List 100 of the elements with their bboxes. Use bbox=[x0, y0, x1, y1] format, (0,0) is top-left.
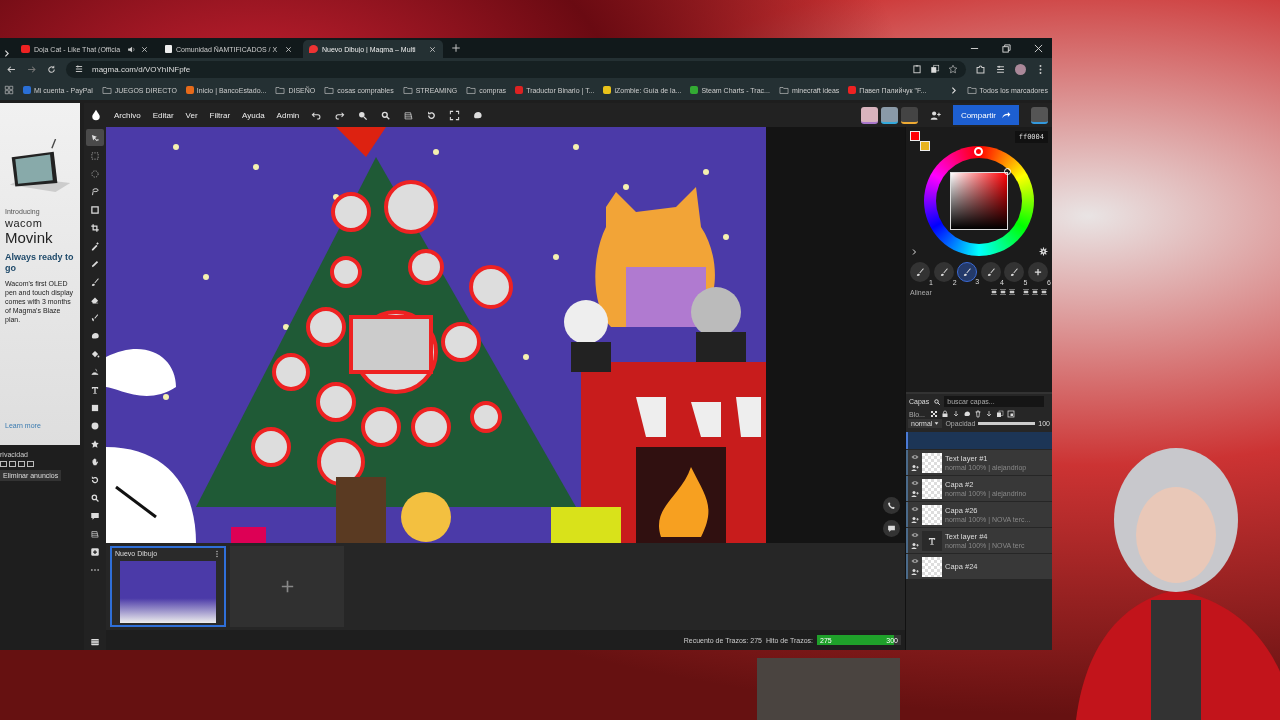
share-button[interactable]: Compartir bbox=[952, 105, 1019, 125]
layer-thumbnail bbox=[922, 478, 942, 499]
folder-icon bbox=[101, 85, 112, 95]
plus-icon bbox=[280, 580, 294, 593]
new-layer-icon[interactable] bbox=[1006, 410, 1015, 418]
zoom-in-icon[interactable] bbox=[357, 109, 369, 121]
brush-icon bbox=[962, 267, 973, 277]
forward-icon[interactable] bbox=[26, 63, 37, 75]
christmas-drawing[interactable] bbox=[106, 127, 766, 543]
speaker-icon[interactable] bbox=[127, 44, 136, 54]
youtube-icon bbox=[21, 45, 30, 53]
address-field[interactable]: magma.com/d/VOYhINFpfe bbox=[66, 60, 966, 78]
expand-icon[interactable] bbox=[910, 248, 918, 256]
crop-icon bbox=[90, 222, 100, 233]
eye-icon[interactable] bbox=[911, 453, 919, 461]
drop-icon bbox=[309, 45, 318, 53]
user-avatar[interactable] bbox=[1031, 106, 1048, 124]
duplicate-icon[interactable] bbox=[995, 410, 1004, 418]
layer-thumbnail bbox=[922, 556, 942, 577]
close-icon[interactable] bbox=[428, 44, 437, 54]
user-icon bbox=[911, 490, 919, 498]
back-icon[interactable] bbox=[6, 63, 17, 75]
align-icon[interactable] bbox=[1022, 288, 1030, 296]
square-icon bbox=[90, 402, 100, 413]
eyedropper-icon bbox=[90, 240, 100, 251]
chat-button[interactable] bbox=[883, 520, 900, 537]
add-icon bbox=[90, 546, 100, 557]
close-icon[interactable] bbox=[140, 44, 149, 54]
magma-logo[interactable] bbox=[90, 109, 102, 121]
align-icon[interactable] bbox=[999, 288, 1007, 296]
bookmark-star-icon[interactable] bbox=[948, 64, 958, 74]
eye-icon[interactable] bbox=[911, 531, 919, 539]
opacity-slider[interactable] bbox=[978, 422, 1036, 425]
film-icon bbox=[90, 636, 100, 647]
text-icon bbox=[90, 384, 100, 395]
user-avatar[interactable] bbox=[860, 106, 878, 124]
voice-call-button[interactable] bbox=[883, 497, 900, 514]
comment-icon bbox=[90, 510, 100, 521]
primary-color-swatch[interactable] bbox=[910, 131, 920, 141]
merge-down-icon[interactable] bbox=[984, 410, 993, 418]
zoom-out-icon[interactable] bbox=[380, 109, 392, 121]
tool-button[interactable] bbox=[86, 129, 104, 146]
align-icon[interactable] bbox=[1040, 288, 1048, 296]
rotate-icon[interactable] bbox=[426, 109, 438, 121]
menu-item[interactable]: Admin bbox=[276, 110, 300, 120]
align-icon[interactable] bbox=[990, 288, 998, 296]
gradient-icon bbox=[90, 528, 100, 539]
brush-icon bbox=[90, 276, 100, 287]
trash-icon[interactable] bbox=[973, 410, 982, 418]
settings-icon[interactable] bbox=[1039, 247, 1048, 256]
eye-icon[interactable] bbox=[911, 557, 919, 565]
folder-icon bbox=[324, 85, 335, 95]
phone-icon bbox=[887, 501, 896, 510]
blur-icon bbox=[90, 330, 100, 341]
close-icon[interactable] bbox=[284, 44, 293, 54]
tab-list-icon[interactable] bbox=[2, 49, 11, 58]
menu-item[interactable]: Ver bbox=[185, 110, 198, 120]
layer-thumbnail bbox=[922, 452, 942, 473]
user-icon bbox=[911, 464, 919, 472]
product-name: Movink bbox=[5, 229, 54, 246]
pencil-icon bbox=[90, 258, 100, 269]
layer-thumbnail bbox=[922, 504, 942, 525]
checker-icon[interactable] bbox=[929, 410, 938, 418]
plus-icon bbox=[1032, 267, 1043, 277]
caret-icon bbox=[934, 421, 940, 426]
brush-icon bbox=[1009, 267, 1020, 277]
fullscreen-icon[interactable] bbox=[449, 109, 461, 121]
user-icon bbox=[911, 568, 919, 576]
zoom-icon bbox=[90, 492, 100, 503]
apps-icon[interactable] bbox=[4, 85, 14, 95]
menu-item[interactable]: Filtrar bbox=[209, 110, 231, 120]
eye-icon[interactable] bbox=[911, 479, 919, 487]
profile-avatar[interactable] bbox=[1015, 63, 1026, 75]
share-icon bbox=[1001, 110, 1011, 120]
add-user-icon[interactable] bbox=[929, 109, 941, 121]
folder-icon bbox=[402, 85, 413, 95]
align-icon[interactable] bbox=[1008, 288, 1016, 296]
more-icon[interactable] bbox=[213, 549, 221, 558]
clipboard-icon[interactable] bbox=[912, 64, 922, 74]
extensions-icon[interactable] bbox=[975, 63, 986, 75]
align-icon[interactable] bbox=[1031, 288, 1039, 296]
folder-icon bbox=[778, 85, 789, 95]
secondary-color-swatch[interactable] bbox=[920, 141, 930, 151]
lock-icon[interactable] bbox=[940, 410, 949, 418]
search-icon bbox=[933, 397, 942, 406]
rotate-icon bbox=[90, 474, 100, 485]
user-avatar[interactable] bbox=[880, 106, 898, 124]
brush-icon bbox=[915, 267, 925, 277]
menu-item[interactable]: Archivo bbox=[114, 110, 141, 120]
folder-icon bbox=[275, 85, 286, 95]
user-avatar[interactable] bbox=[900, 106, 918, 124]
menu-item[interactable]: Ayuda bbox=[242, 110, 265, 120]
eye-icon[interactable] bbox=[911, 505, 919, 513]
menu-item[interactable]: Editar bbox=[152, 110, 174, 120]
circle-icon bbox=[90, 420, 100, 431]
site-settings-icon[interactable] bbox=[74, 64, 84, 74]
url-text: magma.com/d/VOYhINFpfe bbox=[92, 64, 191, 74]
youtube-icon bbox=[848, 86, 857, 94]
reload-icon[interactable] bbox=[46, 63, 57, 75]
ellipse-select-icon bbox=[90, 168, 100, 179]
